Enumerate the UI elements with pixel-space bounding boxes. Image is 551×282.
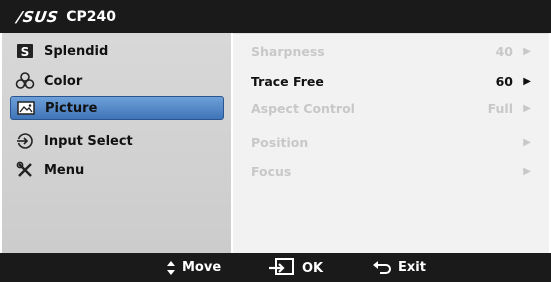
chevron-right-icon: ▶ — [523, 45, 531, 57]
setting-value: 60 — [495, 73, 513, 89]
color-circles-icon — [14, 72, 36, 90]
brand: /SUS CP240 — [15, 8, 117, 26]
brand-logo: /SUS — [15, 8, 60, 26]
input-select-icon — [14, 132, 36, 150]
menu-item-color[interactable]: Color — [10, 70, 222, 92]
ok-hint[interactable]: OK — [268, 258, 323, 278]
return-arrow-icon — [372, 260, 392, 275]
osd-menu: /SUS CP240 S Splendid Color Picture Inpu… — [0, 0, 551, 282]
setting-name: Sharpness — [251, 43, 325, 59]
setting-name: Trace Free — [251, 73, 324, 89]
setting-sharpness[interactable]: Sharpness 40 ▶ — [251, 41, 537, 61]
chevron-right-icon: ▶ — [523, 165, 531, 177]
picture-icon — [15, 99, 37, 117]
title-bar: /SUS CP240 — [0, 0, 551, 33]
chevron-right-icon: ▶ — [523, 75, 531, 87]
setting-value: 40 — [495, 43, 513, 59]
footer-bar: Move OK Exit — [0, 253, 551, 282]
menu-label: Picture — [45, 100, 98, 116]
exit-label: Exit — [398, 260, 426, 275]
menu-item-input-select[interactable]: Input Select — [10, 130, 222, 152]
svg-text:S: S — [21, 45, 30, 59]
enter-icon — [268, 258, 296, 278]
setting-value: Full — [487, 100, 513, 116]
up-down-arrows-icon — [166, 260, 176, 275]
setting-name: Position — [251, 134, 309, 150]
splendid-s-icon: S — [14, 42, 36, 60]
move-label: Move — [182, 260, 222, 275]
setting-position[interactable]: Position ▶ — [251, 132, 537, 152]
model-name: CP240 — [66, 9, 117, 25]
move-hint[interactable]: Move — [166, 260, 221, 275]
main-menu-panel: S Splendid Color Picture Input Select Me… — [2, 33, 231, 253]
menu-item-menu[interactable]: Menu — [10, 159, 222, 181]
setting-aspect-control[interactable]: Aspect Control Full ▶ — [251, 98, 537, 118]
exit-hint[interactable]: Exit — [372, 260, 426, 275]
menu-label: Input Select — [44, 133, 133, 149]
setting-name: Focus — [251, 163, 292, 179]
setting-focus[interactable]: Focus ▶ — [251, 161, 537, 181]
menu-label: Splendid — [44, 43, 109, 59]
setting-name: Aspect Control — [251, 100, 355, 116]
ok-label: OK — [302, 260, 324, 276]
menu-item-picture[interactable]: Picture — [10, 96, 224, 120]
settings-panel: Sharpness 40 ▶ Trace Free 60 ▶ Aspect Co… — [233, 33, 549, 254]
chevron-right-icon: ▶ — [523, 136, 531, 148]
menu-label: Color — [44, 73, 83, 89]
chevron-right-icon: ▶ — [523, 102, 531, 114]
menu-label: Menu — [44, 162, 85, 178]
setting-trace-free[interactable]: Trace Free 60 ▶ — [251, 71, 537, 91]
tools-icon — [14, 161, 36, 179]
menu-item-splendid[interactable]: S Splendid — [10, 40, 222, 62]
